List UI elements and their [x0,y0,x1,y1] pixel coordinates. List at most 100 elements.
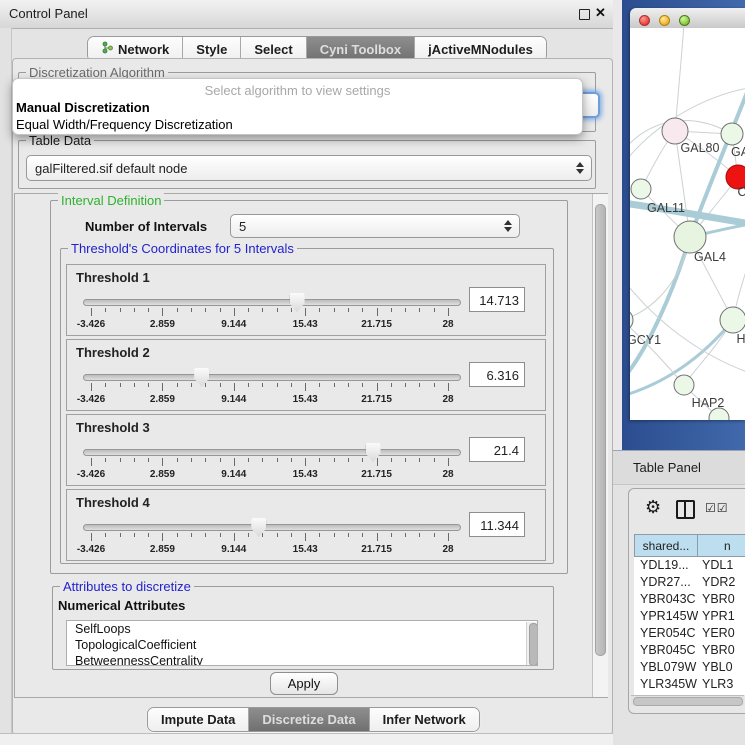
network-node-label: C [737,185,745,199]
table-row[interactable]: YBR045CYBR0 [634,642,745,659]
horizontal-scrollbar-thumb[interactable] [633,697,743,706]
table-row[interactable]: YPR145WYPR1 [634,608,745,625]
stepper-icon [502,215,514,237]
apply-button[interactable]: Apply [270,672,338,695]
cell-shared-name[interactable]: YDL19... [634,557,698,574]
gear-icon[interactable]: ⚙ [645,497,661,518]
cell-shared-name[interactable]: YBL079W [634,659,698,676]
interval-definition-title: Interval Definition [58,193,164,208]
table-row[interactable]: YER054CYER0 [634,625,745,642]
left-edge-strip [0,28,12,734]
threshold-list: Threshold 1 -3.4262.8599.14415.4321.71528… [66,264,546,564]
horizontal-scrollbar[interactable] [631,695,744,706]
cell-name[interactable]: YER0 [698,625,735,642]
table-row[interactable]: YBR043CYBR0 [634,591,745,608]
cell-name[interactable]: YPR1 [698,608,735,625]
threshold-value-field[interactable]: 14.713 [469,287,525,312]
number-of-intervals-combo[interactable]: 5 [230,214,520,238]
tick-label: -3.426 [77,544,105,555]
table-row[interactable]: YDR27...YDR2 [634,574,745,591]
tab-label: Style [196,42,227,57]
slider-track[interactable] [83,299,461,306]
float-window-icon[interactable] [579,9,590,20]
network-node-label: GA [731,145,745,159]
network-graph[interactable]: GAL80GACGAL11GAL4GCY1HHAP2 [630,28,745,420]
cell-name[interactable]: YBR0 [698,642,735,659]
stepper-icon [574,156,586,180]
tick-label: 21.715 [361,469,392,480]
cell-shared-name[interactable]: YER054C [634,625,698,642]
attribute-item-betweennesscentrality[interactable]: BetweennessCentrality [67,653,537,666]
popup-hint: Select algorithm to view settings [13,82,582,99]
vertical-scrollbar-thumb[interactable] [595,204,606,656]
tick-label: 2.859 [150,469,175,480]
popup-option-manual-discretization[interactable]: Manual Discretization [13,99,582,116]
cell-name[interactable]: YDL1 [698,557,733,574]
network-node[interactable] [720,307,745,333]
cell-shared-name[interactable]: YPR145W [634,608,698,625]
table-row[interactable]: YLR345WYLR3 [634,676,745,693]
tick-label: 15.43 [293,319,318,330]
tab-discretize-data[interactable]: Discretize Data [248,708,368,731]
table-row[interactable]: YDL19...YDL1 [634,557,745,574]
cell-shared-name[interactable]: YBR045C [634,642,698,659]
column-header-name[interactable]: n [698,534,745,557]
numerical-attributes-list[interactable]: SelfLoopsTopologicalCoefficientBetweenne… [66,620,538,666]
attributes-scrollbar[interactable] [526,622,538,666]
slider-tick-labels: -3.4262.8599.14415.4321.71528 [91,394,448,406]
cell-name[interactable]: YBL0 [698,659,733,676]
cell-name[interactable]: YLR3 [698,676,733,693]
threshold-label: Threshold 1 [76,270,150,285]
network-node[interactable] [631,179,651,199]
threshold-slider-1[interactable]: -3.4262.8599.14415.4321.71528 [83,291,459,331]
threshold-value-field[interactable]: 6.316 [469,362,525,387]
vertical-scrollbar[interactable] [592,194,608,697]
attributes-group-title: Attributes to discretize [60,579,194,594]
popup-option-equal-width-frequency-discretization[interactable]: Equal Width/Frequency Discretization [13,116,582,133]
network-canvas[interactable]: GAL80GACGAL11GAL4GCY1HHAP2 [630,28,745,420]
tick-label: -3.426 [77,319,105,330]
slider-track[interactable] [83,374,461,381]
cell-shared-name[interactable]: YDR27... [634,574,698,591]
zoom-traffic-light-icon[interactable] [679,15,690,26]
attribute-item-selfloops[interactable]: SelfLoops [67,621,537,637]
window-title: Control Panel [9,6,88,21]
cell-name[interactable]: YBR0 [698,591,735,608]
attribute-item-topologicalcoefficient[interactable]: TopologicalCoefficient [67,637,537,653]
table-data-combo[interactable]: galFiltered.sif default node [26,155,592,181]
table-header-row: shared... n [634,534,745,557]
threshold-slider-4[interactable]: -3.4262.8599.14415.4321.71528 [83,516,459,556]
slider-track[interactable] [83,449,461,456]
tab-impute-data[interactable]: Impute Data [148,708,248,731]
network-node[interactable] [630,309,633,331]
cell-shared-name[interactable]: YLR345W [634,676,698,693]
network-node-label: GAL80 [681,141,720,155]
threshold-value-field[interactable]: 21.4 [469,437,525,462]
network-node[interactable] [721,123,743,145]
cell-name[interactable]: YDR2 [698,574,735,591]
network-node-label: GCY1 [630,333,661,347]
close-traffic-light-icon[interactable] [639,15,650,26]
tick-label: 9.144 [221,544,246,555]
threshold-label: Threshold 3 [76,420,150,435]
cell-shared-name[interactable]: YBR043C [634,591,698,608]
select-all-checkboxes-icon[interactable]: ☑☑ [705,501,729,515]
columns-icon[interactable] [676,500,695,519]
tab-infer-network[interactable]: Infer Network [369,708,479,731]
table-data-title: Table Data [26,133,94,148]
network-node[interactable] [674,375,694,395]
threshold-panel-2: Threshold 2-3.4262.8599.14415.4321.71528… [66,339,546,411]
minimize-traffic-light-icon[interactable] [659,15,670,26]
column-header-shared-name[interactable]: shared... [634,534,698,557]
threshold-slider-3[interactable]: -3.4262.8599.14415.4321.71528 [83,441,459,481]
slider-track[interactable] [83,524,461,531]
network-view-window: GAL80GACGAL11GAL4GCY1HHAP2 [630,8,745,420]
threshold-slider-2[interactable]: -3.4262.8599.14415.4321.71528 [83,366,459,406]
network-node[interactable] [674,221,706,253]
threshold-value-field[interactable]: 11.344 [469,512,525,537]
table-row[interactable]: YBL079WYBL0 [634,659,745,676]
close-icon[interactable]: ✕ [595,5,606,21]
tick-label: 2.859 [150,394,175,405]
table-panel-header: Table Panel [613,450,745,485]
tick-label: 9.144 [221,319,246,330]
